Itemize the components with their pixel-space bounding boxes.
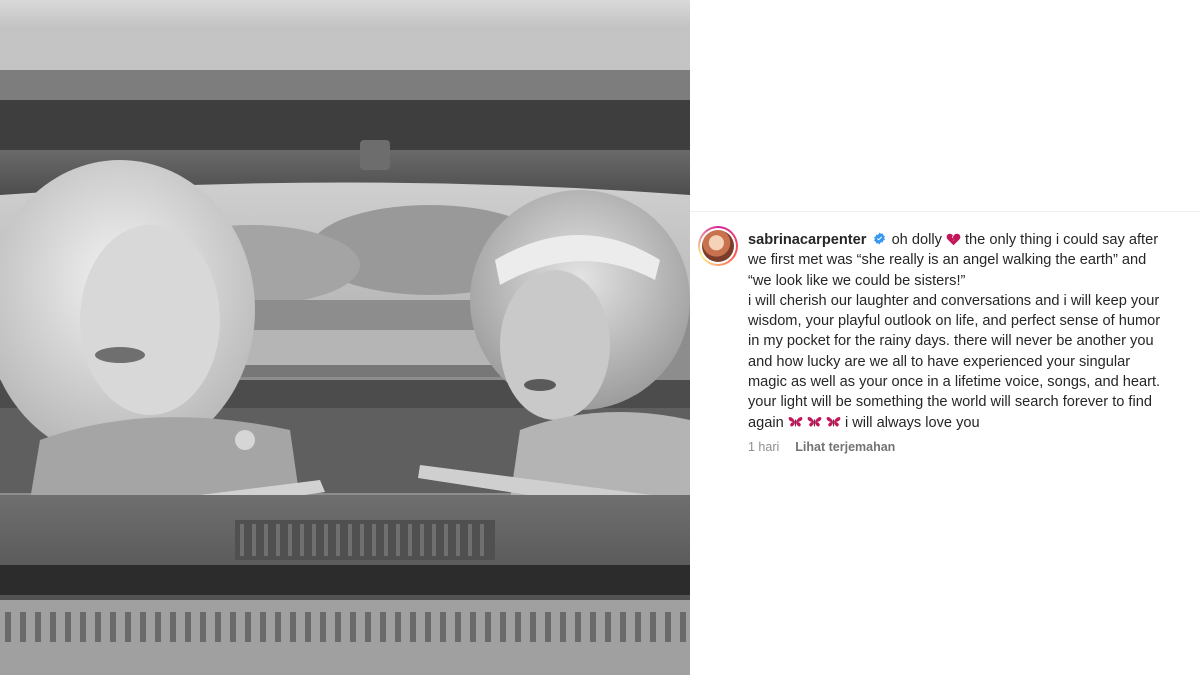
post-caption: sabrinacarpenter oh dolly the only thing… bbox=[748, 230, 1198, 433]
caption-line: “we look like we could be sisters!” bbox=[748, 272, 966, 289]
caption-line: the only thing i could say after bbox=[965, 232, 1159, 248]
divider bbox=[690, 211, 1200, 212]
butterfly-emoji bbox=[788, 416, 803, 427]
caption-line: and how lucky are we all to have experie… bbox=[748, 353, 1131, 370]
caption-line: wisdom, your playful outlook on life, an… bbox=[748, 313, 1161, 330]
verified-badge-icon bbox=[873, 232, 885, 245]
butterfly-emoji bbox=[826, 416, 841, 427]
avatar[interactable] bbox=[702, 230, 734, 262]
caption-line: oh dolly bbox=[891, 232, 942, 248]
caption-line: i will cherish our laughter and conversa… bbox=[748, 292, 1160, 309]
butterfly-emoji bbox=[807, 416, 822, 427]
see-translation-button[interactable]: Lihat terjemahan bbox=[795, 440, 895, 454]
post-timestamp[interactable]: 1 hari bbox=[748, 440, 779, 454]
username-link[interactable]: sabrinacarpenter bbox=[748, 232, 866, 248]
car-scene-image bbox=[0, 0, 690, 675]
post-meta: 1 hari Lihat terjemahan bbox=[748, 440, 895, 454]
caption-panel: sabrinacarpenter oh dolly the only thing… bbox=[690, 0, 1200, 675]
caption-line: in my pocket for the rainy days. there w… bbox=[748, 333, 1154, 350]
caption-line: again bbox=[748, 414, 784, 431]
caption-line: your light will be something the world w… bbox=[748, 394, 1152, 411]
caption-line: i will always love you bbox=[844, 414, 980, 431]
caption-line: magic as well as your once in a lifetime… bbox=[748, 374, 1161, 391]
post-photo[interactable] bbox=[0, 0, 690, 675]
story-ring[interactable] bbox=[698, 226, 738, 266]
caption-line: we first met was “she really is an angel… bbox=[748, 252, 1147, 269]
broken-heart-emoji bbox=[946, 233, 961, 246]
